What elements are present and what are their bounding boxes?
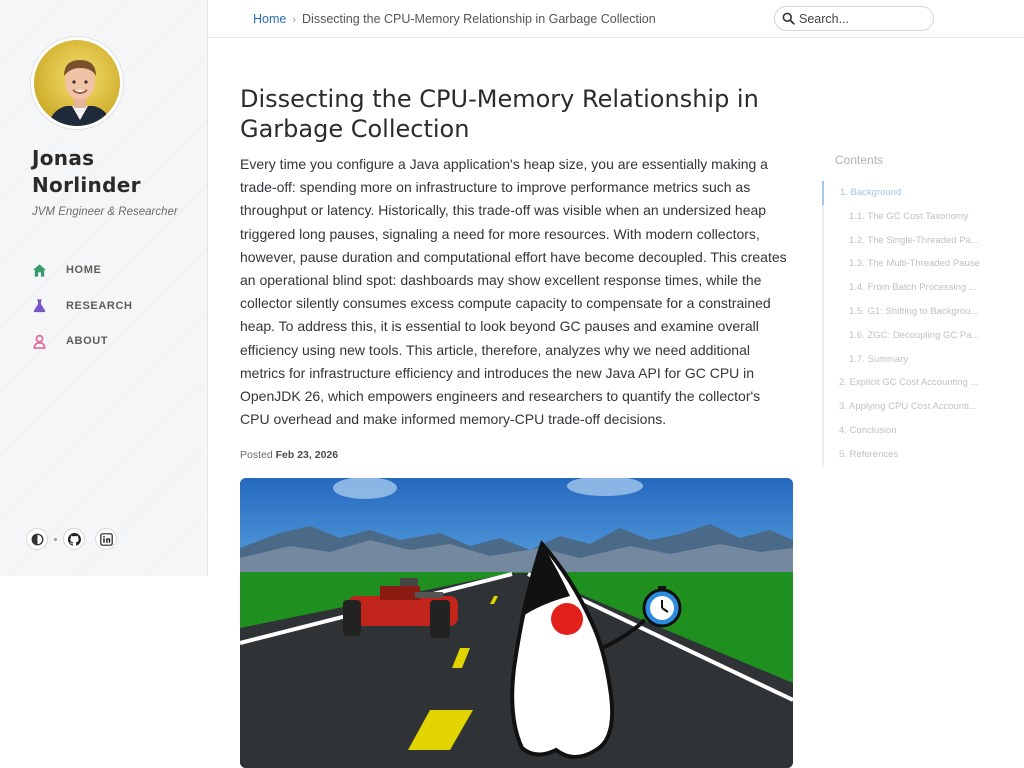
avatar-photo: [34, 40, 120, 126]
sidebar-bottom-icons: [26, 528, 117, 550]
hero-image: [240, 478, 793, 768]
toc-item[interactable]: 1.3. The Multi-Threaded Pause: [824, 252, 990, 276]
site-subtitle: JVM Engineer & Researcher: [32, 206, 178, 218]
search-input[interactable]: [799, 11, 919, 26]
toc-title: Contents: [835, 153, 884, 167]
toc-item[interactable]: 1.7. Summary: [824, 348, 990, 372]
breadcrumb-home-link[interactable]: Home: [253, 12, 286, 26]
toc-item[interactable]: 1.5. G1: Shifting to Backgrou...: [824, 300, 990, 324]
separator-dot: [54, 537, 57, 541]
site-title[interactable]: Jonas Norlinder: [32, 145, 202, 199]
post-title: Dissecting the CPU-Memory Relationship i…: [240, 85, 759, 143]
post-intro-paragraph: Every time you configure a Java applicat…: [240, 156, 787, 428]
sidebar-item-about[interactable]: ABOUT: [32, 332, 133, 350]
sidebar-item-label: ABOUT: [66, 335, 109, 347]
github-button[interactable]: [63, 528, 85, 550]
breadcrumb-separator: ›: [292, 14, 297, 26]
site-title-line1: Jonas: [32, 146, 95, 170]
posted-label: Posted: [240, 449, 273, 461]
sidebar: Jonas Norlinder JVM Engineer & Researche…: [0, 0, 208, 576]
toc-item[interactable]: 2. Explicit GC Cost Accounting ...: [824, 371, 990, 395]
breadcrumb: Home › Dissecting the CPU-Memory Relations…: [253, 12, 656, 26]
github-icon: [67, 532, 81, 546]
user-icon: [33, 334, 46, 349]
topbar: Home › Dissecting the CPU-Memory Relations…: [208, 0, 1024, 38]
toc-list: 1. Background 1.1. The GC Cost Taxonomy …: [822, 181, 990, 467]
post-meta: Posted Feb 23, 2026: [240, 449, 338, 461]
toc-item[interactable]: 5. References: [824, 443, 990, 467]
sidebar-item-label: HOME: [66, 264, 102, 276]
search-box[interactable]: [774, 6, 934, 31]
toc-item[interactable]: 4. Conclusion: [824, 419, 990, 443]
sidebar-item-home[interactable]: HOME: [32, 261, 133, 279]
toc-item[interactable]: 1.4. From Batch Processing ...: [824, 276, 990, 300]
posted-date: Feb 23, 2026: [275, 449, 339, 461]
flask-icon: [33, 299, 46, 313]
theme-toggle-icon: [31, 533, 43, 545]
avatar[interactable]: [31, 37, 123, 129]
sidebar-item-research[interactable]: RESEARCH: [32, 297, 133, 315]
theme-toggle-button[interactable]: [26, 528, 48, 550]
site-title-line2: Norlinder: [32, 173, 141, 197]
home-icon: [32, 263, 47, 277]
toc-item[interactable]: 1. Background: [822, 181, 990, 205]
linkedin-icon: [99, 532, 113, 546]
toc-item[interactable]: 1.2. The Single-Threaded Pa...: [824, 229, 990, 253]
sidebar-item-label: RESEARCH: [66, 299, 133, 312]
linkedin-button[interactable]: [95, 528, 117, 550]
toc-item[interactable]: 1.1. The GC Cost Taxonomy: [824, 205, 990, 229]
table-of-contents: Contents 1. Background 1.1. The GC Cost …: [822, 153, 990, 467]
sidebar-nav: HOME RESEARCH ABOUT: [32, 261, 133, 368]
toc-item[interactable]: 1.6. ZGC: Decoupling GC Pa...: [824, 324, 990, 348]
search-icon: [782, 12, 795, 25]
hero-illustration: [240, 478, 793, 768]
toc-item[interactable]: 3. Applying CPU Cost Accounti...: [824, 395, 990, 419]
breadcrumb-current: Dissecting the CPU-Memory Relationship i…: [302, 12, 656, 26]
